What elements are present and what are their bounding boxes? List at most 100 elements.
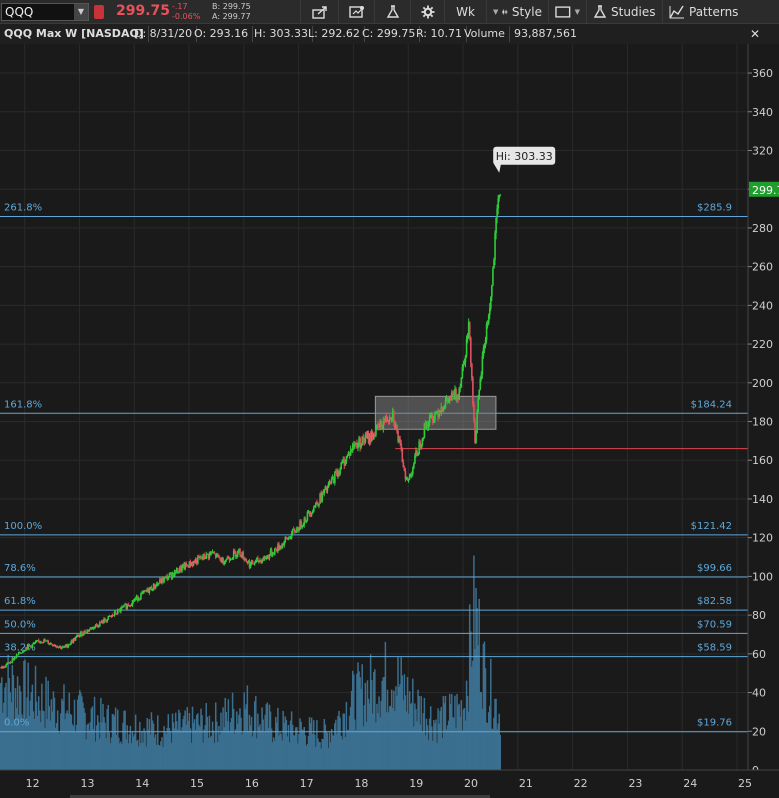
price-axis-label: 200: [752, 377, 773, 390]
candle-body: [5, 664, 7, 667]
price-axis-label: 320: [752, 144, 773, 157]
candle-body: [312, 507, 315, 512]
studies-button[interactable]: Studies: [586, 0, 662, 24]
candle-body: [434, 414, 436, 420]
info-volume-label: Volume: [460, 26, 510, 42]
patterns-button[interactable]: Patterns: [662, 0, 779, 24]
candle-body: [478, 389, 481, 399]
chart-info-bar: QQQ Max W [NASDAQ] D: 8/31/20 O: 293.16 …: [0, 24, 779, 57]
fib-price-label: $19.76: [697, 718, 732, 729]
candlestick-icon: [502, 9, 508, 15]
price-axis-label: 100: [752, 570, 773, 583]
fib-price-label: $285.9: [697, 202, 732, 213]
info-open: O: 293.16: [190, 26, 254, 42]
candle-body: [460, 377, 463, 388]
candle-body: [61, 647, 63, 649]
last-price-tag-label: 299.7: [752, 184, 779, 197]
style-button[interactable]: ▼ Style: [486, 0, 548, 24]
ask-value: A: 299.77: [212, 12, 251, 21]
fib-price-label: $58.59: [697, 643, 732, 654]
fib-level-label: 78.6%: [4, 563, 36, 574]
candle-body: [318, 503, 320, 506]
price-axis-label: 180: [752, 416, 773, 429]
symbol-dropdown-icon[interactable]: ▼: [74, 4, 88, 20]
chevron-down-icon: ▼: [493, 8, 499, 16]
fib-price-label: $99.66: [697, 563, 732, 574]
price-axis-label: 140: [752, 493, 773, 506]
chart-canvas[interactable]: 261.8% $285.9 161.8% $184.24 100.0% $121.42 78…: [0, 44, 779, 798]
time-axis-label: 23: [628, 777, 642, 790]
time-axis-label: 18: [354, 777, 368, 790]
time-axis-label: 24: [683, 777, 697, 790]
candle-body: [37, 640, 40, 642]
candle-body: [239, 548, 241, 555]
time-axis-label: 25: [738, 777, 752, 790]
studies-label: Studies: [611, 5, 656, 19]
settings-button[interactable]: [410, 0, 444, 24]
time-axis-label: 14: [135, 777, 149, 790]
symbol-text: QQQ: [5, 5, 34, 19]
flask-button[interactable]: [374, 0, 410, 24]
fib-level-label: 161.8%: [4, 399, 42, 410]
time-axis[interactable]: [0, 770, 779, 798]
chart-title: QQQ Max W [NASDAQ]: [0, 26, 149, 42]
time-axis-label: 15: [190, 777, 204, 790]
timeframe-button[interactable]: Wk: [444, 0, 486, 24]
candle-body: [167, 577, 170, 580]
fib-level-label: 0.0%: [4, 718, 29, 729]
price-axis-label: 160: [752, 454, 773, 467]
fib-price-label: $70.59: [697, 619, 732, 630]
candle-body: [470, 337, 472, 364]
candle-body: [492, 268, 494, 286]
close-chart-icon[interactable]: ✕: [750, 27, 760, 41]
fib-level-label: 100.0%: [4, 521, 42, 532]
drawing-sets-icon: [348, 6, 364, 18]
candle-body: [491, 285, 493, 297]
change-percent: -0.06%: [172, 12, 201, 21]
style-label: Style: [511, 5, 542, 19]
candle-body: [413, 463, 415, 469]
change-value: -.17: [172, 2, 188, 11]
time-axis-label: 20: [464, 777, 478, 790]
price-axis-label: 120: [752, 532, 773, 545]
candle-body: [339, 469, 341, 475]
info-date: D: 8/31/20: [130, 26, 198, 42]
candle-body: [471, 363, 473, 378]
candle-body: [442, 409, 445, 412]
candle-body: [140, 593, 142, 600]
volume-bar: [499, 734, 502, 770]
price-axis-label: 20: [752, 725, 766, 738]
gear-icon: [421, 5, 434, 19]
symbol-input[interactable]: QQQ ▼: [1, 3, 89, 21]
candle-body: [253, 563, 256, 565]
price-axis-label: 280: [752, 222, 773, 235]
share-button[interactable]: [300, 0, 338, 24]
flask-icon: [386, 5, 399, 18]
patterns-icon: [669, 5, 684, 19]
chart-settings-button[interactable]: [338, 0, 374, 24]
candle-body: [475, 432, 477, 443]
candle-body: [354, 444, 356, 448]
last-price: 299.75: [116, 3, 171, 19]
candle-body: [334, 472, 336, 484]
price-axis-label: 220: [752, 338, 773, 351]
price-axis-label: 260: [752, 261, 773, 274]
timeframe-label: Wk: [456, 5, 475, 19]
patterns-label: Patterns: [689, 5, 739, 19]
candle-body: [459, 387, 462, 389]
price-axis-label: 40: [752, 687, 766, 700]
candle-body: [477, 398, 479, 412]
time-axis-label: 12: [26, 777, 40, 790]
price-chart[interactable]: 261.8% $285.9 161.8% $184.24 100.0% $121.42 78…: [0, 44, 779, 798]
symbol-link-icon[interactable]: [94, 5, 104, 19]
rectangle-icon: [555, 6, 571, 18]
fib-level-label: 50.0%: [4, 619, 36, 630]
info-low: L: 292.62: [304, 26, 365, 42]
drawing-button[interactable]: ▼: [548, 0, 586, 24]
price-change: -.17 -0.06%: [172, 2, 200, 22]
price-axis-label: 60: [752, 648, 766, 661]
fib-price-label: $184.24: [691, 399, 732, 410]
candle-body: [245, 559, 248, 562]
price-axis-label: 80: [752, 609, 766, 622]
candle-body: [472, 377, 474, 404]
